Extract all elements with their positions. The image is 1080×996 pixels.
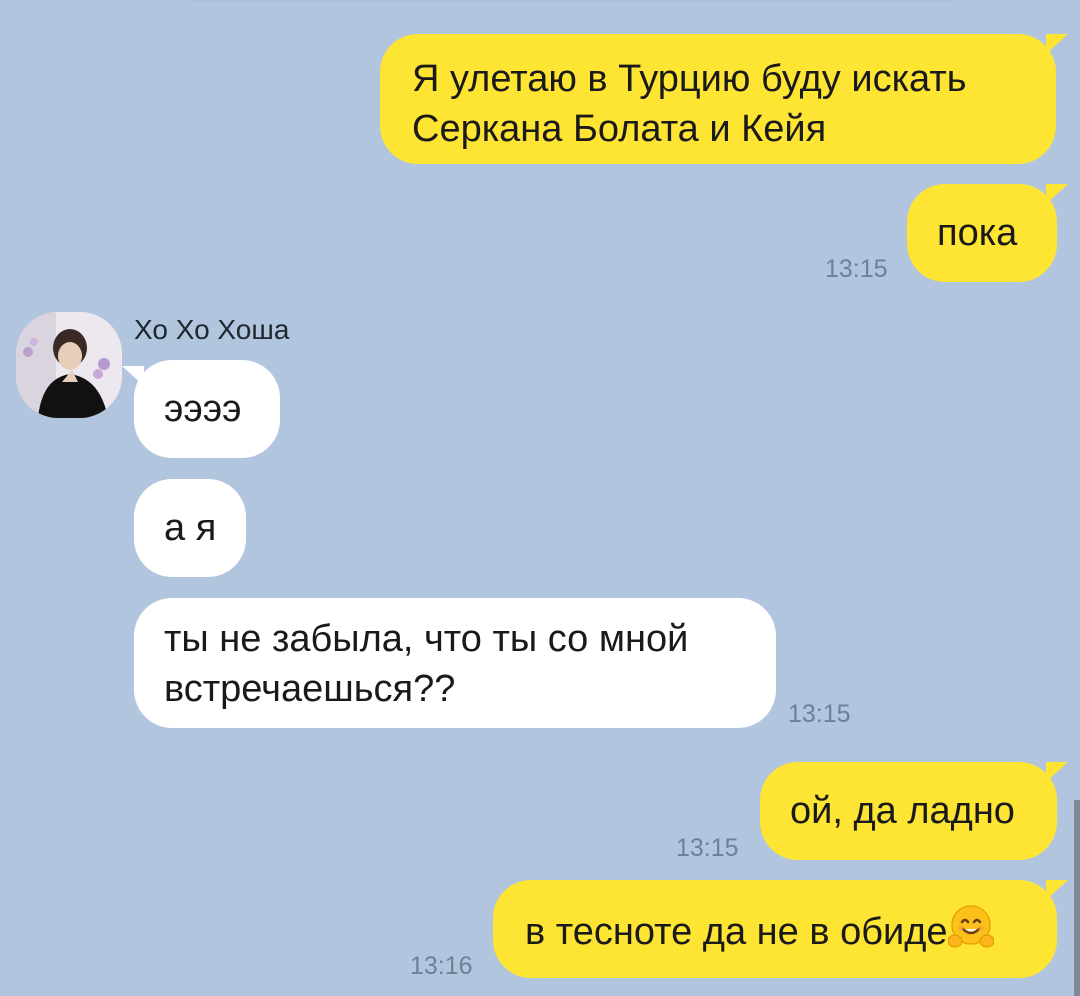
scrollbar[interactable]: [1074, 800, 1080, 996]
outgoing-message-bubble[interactable]: в тесноте да не в обиде: [493, 880, 1057, 978]
hugging-face-emoji-icon: [946, 904, 995, 950]
bubble-tail: [1046, 34, 1068, 54]
outgoing-message-bubble[interactable]: пока: [907, 184, 1057, 282]
outgoing-message-bubble[interactable]: Я улетаю в Турцию буду искать Серкана Бо…: [380, 34, 1056, 164]
bubble-tail: [1046, 762, 1068, 782]
message-text-line: Серкана Болата и Кейя: [412, 108, 827, 150]
incoming-message-bubble[interactable]: ээээ: [134, 360, 280, 458]
message-timestamp: 13:15: [788, 700, 851, 728]
avatar-photo: [16, 312, 122, 418]
message-text-line: встречаешься??: [164, 668, 456, 710]
incoming-message-bubble[interactable]: а я: [134, 479, 246, 577]
bubble-tail: [1046, 880, 1068, 900]
outgoing-message-bubble[interactable]: ой, да ладно: [760, 762, 1057, 860]
message-text-line: Я улетаю в Турцию буду искать: [412, 58, 967, 100]
bubble-tail: [1046, 184, 1068, 204]
previous-message-edge: [190, 0, 950, 2]
message-text: пока: [937, 212, 1018, 254]
message-timestamp: 13:15: [676, 834, 739, 862]
message-timestamp: 13:15: [825, 255, 888, 283]
message-text-line: ты не забыла, что ты со мной: [164, 618, 689, 660]
contact-name[interactable]: Хо Хо Хоша: [134, 314, 289, 346]
message-text: а я: [164, 507, 217, 549]
message-text: в тесноте да не в обиде: [525, 911, 948, 953]
incoming-message-bubble[interactable]: ты не забыла, что ты со мной встречаешьс…: [134, 598, 776, 728]
message-text: ой, да ладно: [790, 790, 1015, 832]
contact-avatar[interactable]: [16, 312, 122, 418]
bubble-tail: [122, 366, 144, 386]
message-text: ээээ: [164, 388, 242, 430]
message-timestamp: 13:16: [410, 952, 473, 980]
